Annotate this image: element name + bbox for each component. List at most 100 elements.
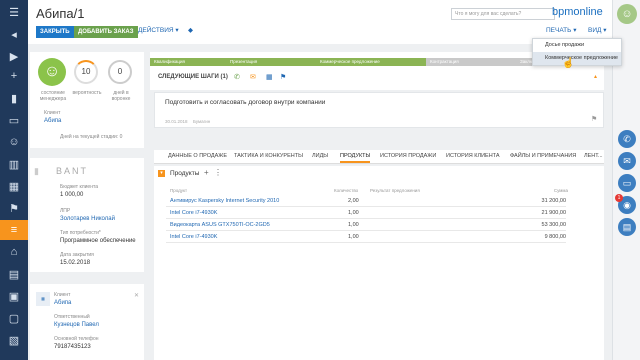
notification-badge: 1 [615, 194, 623, 202]
print-menu[interactable]: ПЕЧАТЬ ▾ [546, 26, 576, 34]
tag-icon[interactable]: ◆ [188, 26, 193, 34]
menu-item-commercial-offer[interactable]: Коммерческое предложение [533, 52, 621, 65]
task-card: Подготовить и согласовать договор внутри… [154, 92, 604, 128]
add-product-icon[interactable]: + [204, 168, 209, 177]
client-label: Клиент [44, 110, 61, 116]
company-logo: ▦ [36, 292, 50, 306]
cart-icon[interactable]: ⌂ [0, 242, 28, 262]
stage-presentation[interactable]: Презентация [226, 58, 316, 66]
product-qty: 1,00 [348, 234, 359, 240]
collapse-products-icon[interactable]: ▾ [158, 170, 165, 177]
client-link[interactable]: Абипа [44, 118, 61, 124]
next-steps-title: СЛЕДУЮЩИЕ ШАГИ (1) [158, 74, 228, 80]
search-input[interactable]: Что я могу для вас сделать? [451, 8, 555, 20]
phone-value[interactable]: 79187435123 [54, 344, 91, 350]
actions-menu[interactable]: ДЕЙСТВИЯ ▾ [138, 26, 179, 34]
actions-label: ДЕЙСТВИЯ [138, 27, 174, 34]
tab-sale-history[interactable]: ИСТОРИЯ ПРОДАЖИ [380, 153, 436, 159]
kpi-card: ☺ 10 0 состояние менеджера вероятность д… [30, 52, 144, 148]
product-sum: 21 900,00 [541, 210, 566, 216]
contact-client-link[interactable]: Абипа [54, 300, 71, 306]
days-gauge: 0 [108, 60, 132, 84]
tab-tactics[interactable]: ТАКТИКА И КОНКУРЕНТЫ [234, 153, 303, 159]
call-icon[interactable]: ✆ [234, 73, 240, 81]
tab-products[interactable]: ПРОДУКТЫ [340, 153, 371, 163]
lpr-link[interactable]: Золотарев Николай [60, 216, 115, 222]
menu-item-sale-dossier[interactable]: Досье продажи [533, 39, 621, 52]
budget-value[interactable]: 1 000,00 [60, 192, 83, 198]
print-label: ПЕЧАТЬ [546, 27, 572, 34]
bant-title: BANT [56, 166, 89, 176]
calendar-icon[interactable]: ▦ [266, 73, 273, 81]
stage-contract[interactable]: Контрактация [426, 58, 516, 66]
tab-feed[interactable]: ЛЕНТ... [584, 153, 603, 159]
task-date: 30.01.2018 [165, 119, 188, 124]
feed-icon[interactable]: ▭ [0, 110, 28, 130]
play-icon[interactable]: ▶ [0, 46, 28, 66]
tab-sale-data[interactable]: ДАННЫЕ О ПРОДАЖЕ [168, 153, 227, 159]
feed-panel-icon[interactable]: ▤ [618, 218, 636, 236]
table-row[interactable]: Видеокарта ASUS GTX750TI-OC-2GD5 1,00 53… [166, 220, 566, 231]
products-panel: ▾ Продукты + ⋮ Продукт Количество Резуль… [154, 166, 604, 360]
collapse-icon[interactable]: ◂ [0, 24, 28, 44]
logo: bpmonline [552, 6, 603, 18]
stage-qualification[interactable]: Квалификация [150, 58, 226, 66]
more-icon[interactable]: ⋮ [214, 168, 222, 177]
contact-client-label: Клиент [54, 292, 71, 298]
product-name[interactable]: Intel Core i7-4930K [170, 210, 217, 216]
days-label: дней в воронке [111, 90, 131, 102]
table-row[interactable]: Intel Core i7-4930K 1,00 21 900,00 [166, 208, 566, 219]
view-menu[interactable]: ВИД ▾ [588, 26, 607, 34]
user-avatar[interactable]: ☺ [617, 4, 637, 24]
task-title[interactable]: Подготовить и согласовать договор внутри… [165, 99, 325, 106]
close-button[interactable]: ЗАКРЫТЬ [36, 26, 74, 38]
need-value[interactable]: Программное обеспечение [60, 238, 136, 244]
probability-gauge: 10 [74, 60, 98, 84]
product-name[interactable]: Видеокарта ASUS GTX750TI-OC-2GD5 [170, 222, 270, 228]
collapse-up-icon[interactable]: ▴ [594, 73, 597, 80]
col-quantity[interactable]: Количество [334, 188, 358, 193]
dashboards-icon[interactable]: ▮ [0, 88, 28, 108]
tab-files[interactable]: ФАЙЛЫ И ПРИМЕЧАНИЯ [510, 153, 576, 159]
invoices-icon[interactable]: ▣ [0, 286, 28, 306]
product-qty: 1,00 [348, 222, 359, 228]
menu-icon[interactable]: ☰ [0, 2, 28, 22]
product-name[interactable]: Антивирус Kaspersky Internet Security 20… [170, 198, 279, 204]
product-sum: 9 800,00 [544, 234, 566, 240]
col-result[interactable]: Результат предложения [370, 188, 420, 193]
responsible-link[interactable]: Кузнецов Павел [54, 322, 99, 328]
close-date-label: Дата закрытия [60, 252, 94, 258]
flag-action-icon[interactable]: ⚑ [280, 73, 286, 81]
close-contact-icon[interactable]: ✕ [134, 292, 139, 299]
tab-client-history[interactable]: ИСТОРИЯ КЛИЕНТА [446, 153, 500, 159]
flag-icon[interactable]: ⚑ [0, 198, 28, 218]
product-sum: 31 200,00 [541, 198, 566, 204]
col-sum[interactable]: Сумма [538, 188, 568, 193]
table-row[interactable]: Intel Core i7-4930K 1,00 9 800,00 [166, 232, 566, 243]
email-icon[interactable]: ✉ [250, 73, 256, 81]
tab-leads[interactable]: ЛИДЫ [312, 153, 328, 159]
contacts-icon[interactable]: ☺ [0, 132, 28, 152]
chat-icon[interactable]: ▭ [618, 174, 636, 192]
smiley-icon: ☺ [38, 58, 66, 86]
stage-offer[interactable]: Коммерческое предложение [316, 58, 426, 66]
email-panel-icon[interactable]: ✉ [618, 152, 636, 170]
close-date-value[interactable]: 15.02.2018 [60, 260, 90, 266]
product-name[interactable]: Intel Core i7-4930K [170, 234, 217, 240]
col-product[interactable]: Продукт [170, 188, 187, 193]
detail-tabs: ДАННЫЕ О ПРОДАЖЕ ТАКТИКА И КОНКУРЕНТЫ ЛИ… [154, 150, 604, 164]
table-row[interactable]: Антивирус Kaspersky Internet Security 20… [166, 196, 566, 207]
activities-icon[interactable]: ▦ [0, 176, 28, 196]
documents-icon[interactable]: ▢ [0, 308, 28, 328]
accounts-icon[interactable]: ▥ [0, 154, 28, 174]
add-order-button[interactable]: ДОБАВИТЬ ЗАКАЗ [74, 26, 138, 38]
opportunities-icon[interactable]: ≡ [0, 220, 28, 240]
library-icon[interactable]: ▧ [0, 330, 28, 350]
phone-icon[interactable]: ✆ [618, 130, 636, 148]
add-icon[interactable]: + [0, 66, 28, 86]
need-label: Тип потребности* [60, 230, 101, 236]
cursor-icon: ☝ [562, 58, 575, 69]
orders-icon[interactable]: ▤ [0, 264, 28, 284]
responsible-label: Ответственный [54, 314, 90, 320]
task-flag-icon[interactable]: ⚑ [591, 115, 597, 123]
